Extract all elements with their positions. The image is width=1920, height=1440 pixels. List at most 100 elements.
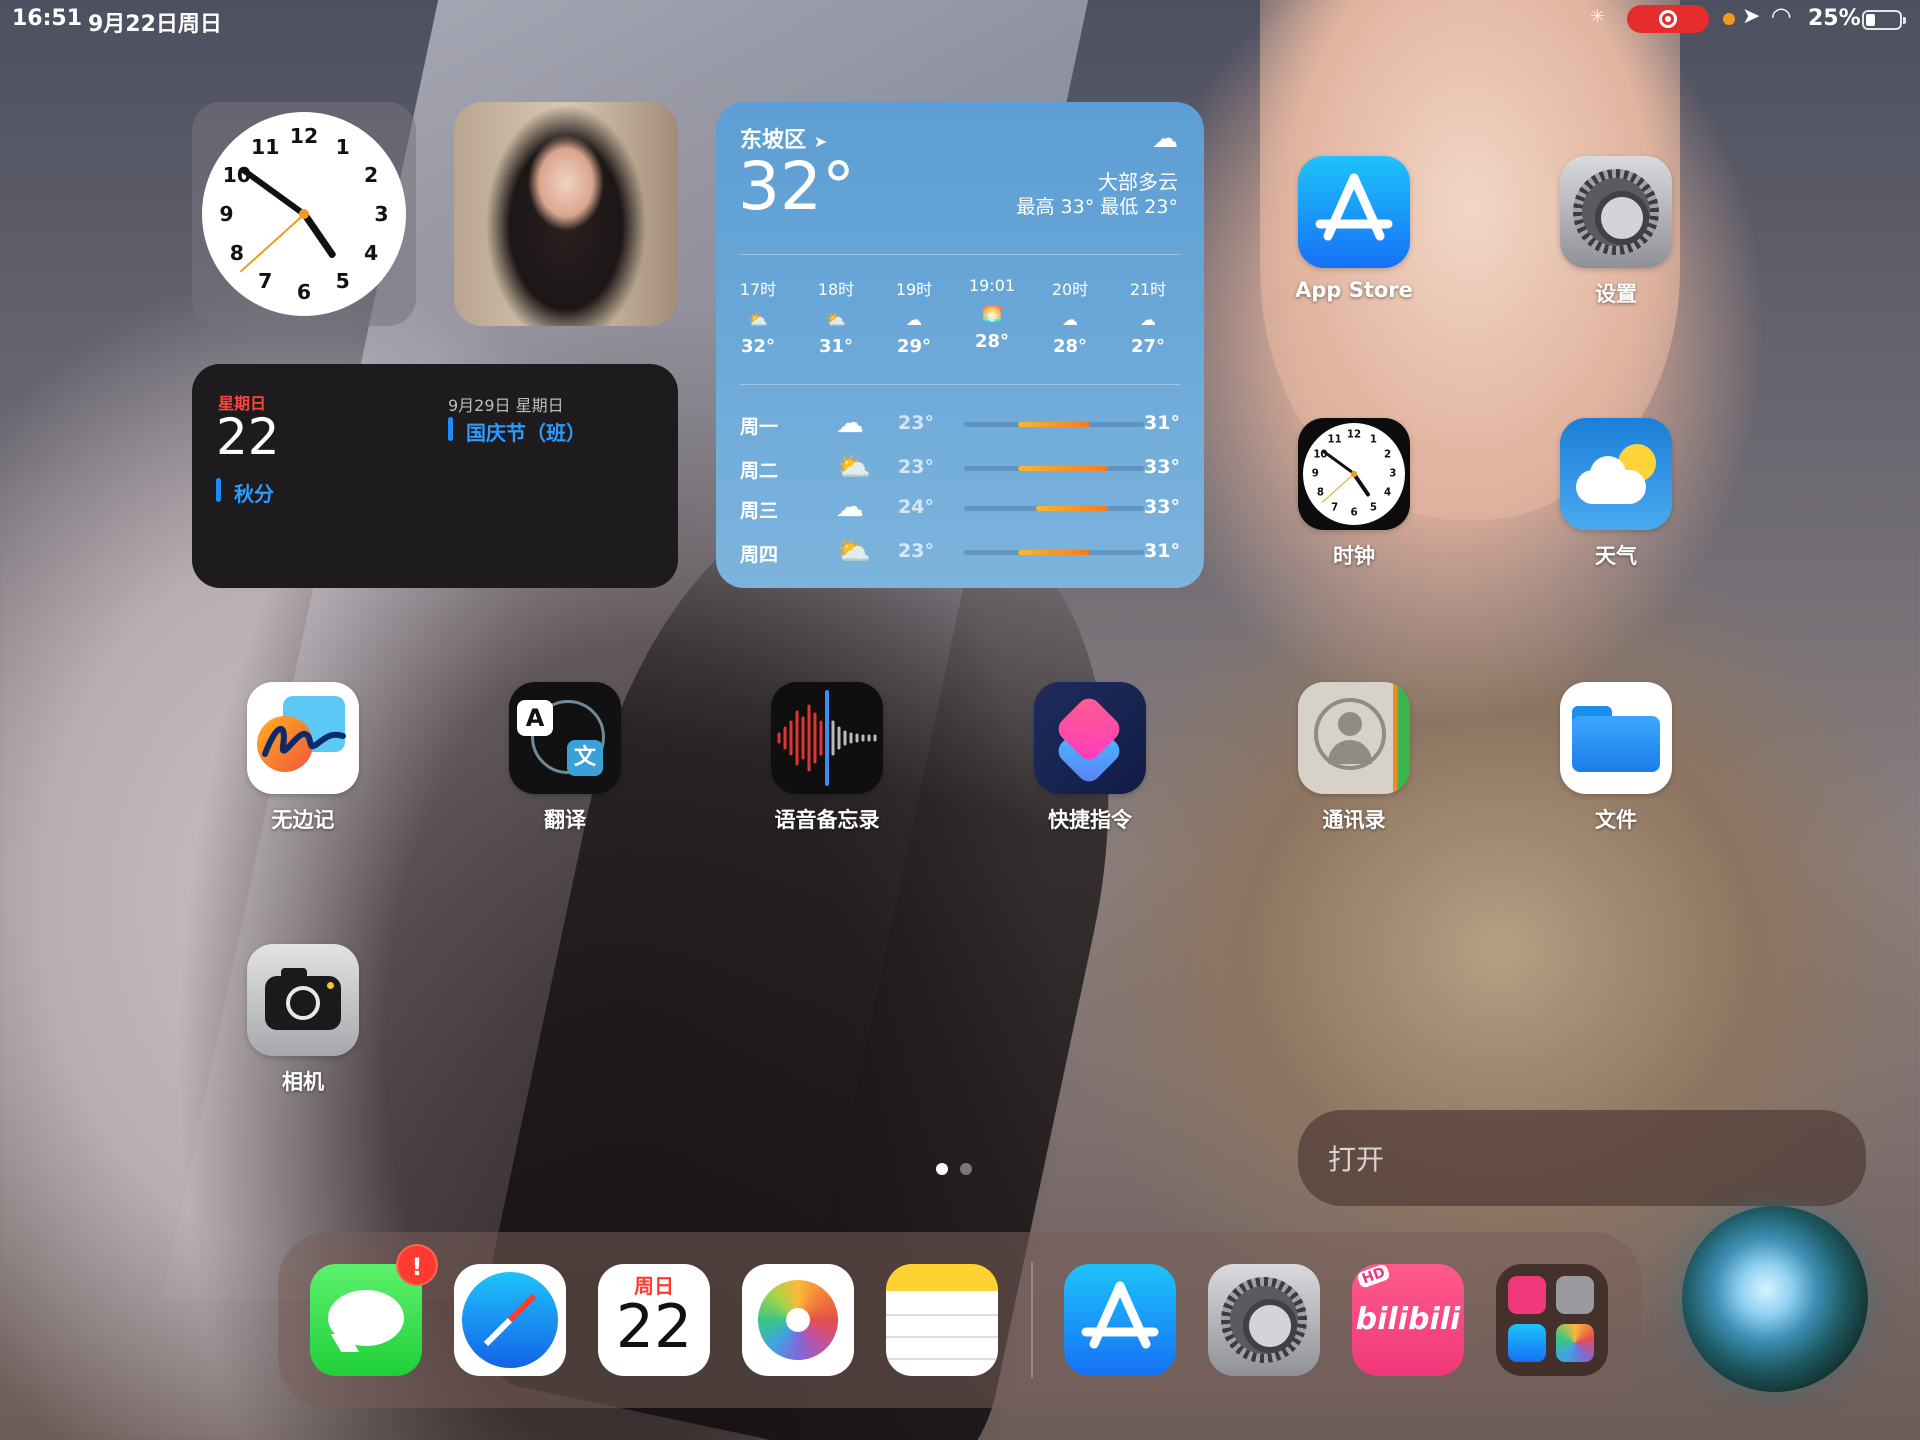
event-bar [216,478,221,502]
minute-hand [1321,449,1355,476]
clock-numeral: 3 [1389,468,1397,480]
temp-range-track [964,422,1144,427]
sunset-icon: 🌅 [982,305,1002,324]
day-high: 31° [1144,540,1180,562]
bilibili-app[interactable]: HD bilibili [1352,1264,1464,1376]
photos-app[interactable] [742,1264,854,1376]
settings-app[interactable]: 设置 [1541,156,1691,308]
calendar-icon-day: 22 [615,1292,693,1362]
clock-numeral: 1 [1369,434,1377,446]
recent-apps-folder[interactable] [1496,1264,1608,1376]
event-bar [448,417,453,441]
hour-forecast: 19:01 🌅 28° [962,276,1022,352]
hour-temp: 31° [818,336,854,357]
calendar-upcoming-date: 9月29日 星期日 [448,396,564,415]
siri-orb-icon[interactable] [1682,1206,1868,1392]
app-store-icon [1298,156,1410,268]
location-icon: ➤ [1742,4,1761,29]
translate-globe-icon: A 文 [509,682,621,794]
clock-app[interactable]: 1 2 3 4 5 6 7 8 9 10 11 12 时钟 [1279,418,1429,570]
page-dot[interactable] [936,1163,948,1175]
clock-numeral: 4 [364,240,379,265]
day-name: 周三 [740,500,779,522]
day-forecast-row: 周四 ⛅ 23° 31° [740,532,1180,572]
dock-app-store-app[interactable] [1064,1264,1176,1376]
weather-widget[interactable]: 东坡区 ➤ 32° ☁ 大部多云 最高 33° 最低 23° 17时 ⛅ 32° 18… [716,102,1204,588]
day-name: 周二 [740,460,779,482]
page-indicator[interactable] [936,1163,972,1175]
safari-app[interactable] [454,1264,566,1376]
divider [740,384,1180,385]
clock-numeral: 3 [374,202,389,226]
shortcuts-app[interactable]: 快捷指令 [1015,682,1165,834]
bilibili-logo: bilibili [1355,1302,1461,1337]
clock-numeral: 4 [1384,487,1392,499]
day-high: 33° [1144,496,1180,518]
battery-icon [1862,10,1906,30]
hour-forecast: 18时 ⛅ 31° [806,276,866,357]
cloud-icon: ☁ [1152,124,1178,154]
freeform-app[interactable]: 无边记 [228,682,378,834]
temp-range-fill [1036,506,1108,511]
app-label: 时钟 [1333,544,1375,568]
temp-range-track [964,466,1144,471]
app-label: 快捷指令 [1048,808,1132,832]
hour-label: 21时 [1129,280,1167,299]
page-dot[interactable] [960,1163,972,1175]
clock-numeral: 9 [1311,468,1319,480]
app-label: 通讯录 [1322,808,1386,832]
hour-temp: 32° [740,336,776,357]
contacts-app[interactable]: 通讯录 [1279,682,1429,834]
calendar-app[interactable]: 周日 22 [598,1264,710,1376]
shortcuts-icon [1034,682,1146,794]
siri-suggestion-box[interactable]: 打开 [1298,1110,1866,1206]
voice-memos-app[interactable]: 语音备忘录 [752,682,902,834]
app-label: 语音备忘录 [774,808,880,832]
hour-temp: 29° [896,336,932,357]
wifi-icon: ◠ [1772,2,1791,30]
divider [740,254,1180,255]
siri-suggestion-text: 打开 [1328,1143,1385,1176]
translate-app[interactable]: A 文 翻译 [490,682,640,834]
status-bar: 16:51 9月22日周日 ✳ ➤ ◠ 25% [0,0,1920,38]
hour-temp: 28° [974,331,1010,352]
clock-widget[interactable]: 1 2 3 4 5 6 7 8 9 10 11 12 [192,102,416,326]
contacts-person-icon [1298,682,1410,794]
activity-icon: ✳ [1590,6,1606,27]
temp-range-fill [1018,550,1090,555]
clock-numeral: 8 [1316,487,1324,499]
app-store-app[interactable]: App Store [1279,156,1429,302]
calendar-widget[interactable]: 星期日 22 秋分 9月29日 星期日 国庆节（班） [192,364,678,588]
calendar-upcoming-event: 国庆节（班） [466,421,586,445]
clock-numeral: 7 [258,269,273,294]
calendar-day: 22 [216,408,280,466]
weather-app[interactable]: 天气 [1541,418,1691,570]
app-label: 天气 [1595,544,1637,568]
day-low: 23° [898,456,934,478]
hour-forecast: 20时 ☁ 28° [1040,276,1100,357]
hour-label: 19:01 [968,276,1016,295]
notes-app[interactable] [886,1264,998,1376]
files-app[interactable]: 文件 [1541,682,1691,834]
cloud-icon: ☁ [906,310,922,329]
clock-numeral: 5 [335,269,350,294]
app-label: 文件 [1595,808,1637,832]
screen-recording-indicator[interactable] [1627,5,1709,33]
messages-badge: ! [396,1244,438,1286]
hour-forecast: 19时 ☁ 29° [884,276,944,357]
clock-numeral: 8 [229,240,244,265]
cloud-icon: ☁ [836,490,864,523]
camera-app[interactable]: 相机 [228,944,378,1096]
dock-settings-app[interactable] [1208,1264,1320,1376]
hour-label: 19时 [895,280,933,299]
clock-numeral: 1 [335,134,350,159]
partly-cloudy-icon: ⛅ [748,310,768,329]
clock-numeral: 9 [219,202,234,226]
clock-numeral: 11 [251,134,280,159]
temp-range-fill [1018,422,1090,427]
day-low: 23° [898,540,934,562]
temp-range-fill [1018,466,1108,471]
photo-widget[interactable] [454,102,678,326]
clock-face: 1 2 3 4 5 6 7 8 9 10 11 12 [202,112,406,316]
minute-hand [239,165,306,217]
